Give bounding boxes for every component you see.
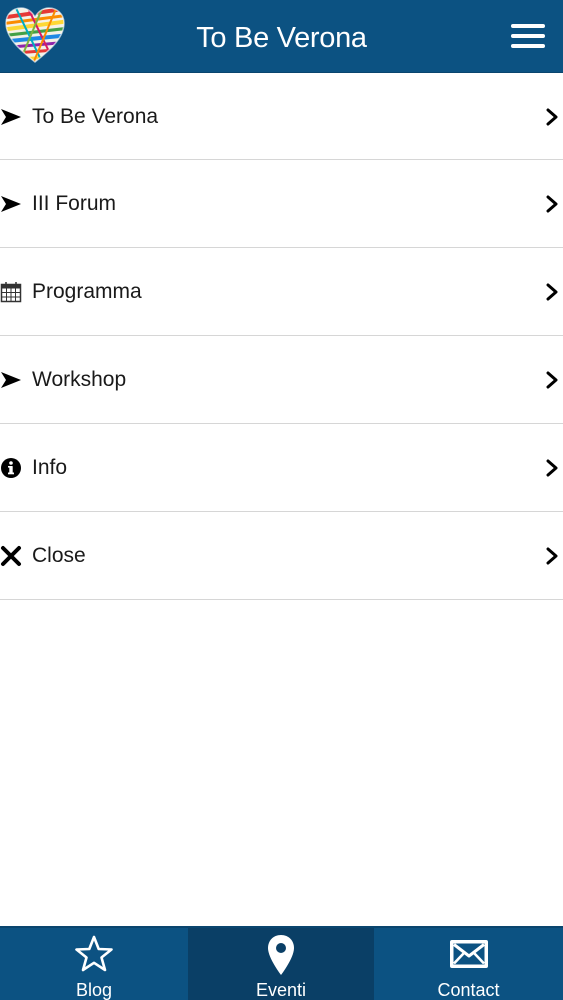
bottom-tab-bar: Blog Eventi Contact	[0, 926, 563, 1000]
chevron-right-icon	[546, 108, 558, 126]
menu-item-label: Close	[32, 544, 86, 567]
info-circle-icon	[1, 458, 21, 478]
tab-blog[interactable]: Blog	[0, 928, 188, 1000]
chevron-right-icon	[546, 547, 558, 565]
arrow-right-icon	[1, 109, 21, 125]
map-pin-icon	[268, 935, 294, 975]
app-screen: To Be Verona To Be Verona III Forum Prog…	[0, 0, 563, 1000]
menu-item-label: Workshop	[32, 368, 127, 391]
tab-label: Contact	[437, 980, 500, 1000]
menu-item-programma[interactable]: Programma	[0, 248, 563, 336]
menu-item-workshop[interactable]: Workshop	[0, 336, 563, 424]
chevron-right-icon	[546, 195, 558, 213]
menu-item-label: III Forum	[32, 192, 117, 215]
star-icon	[75, 935, 113, 972]
menu-item-label: Info	[32, 456, 68, 479]
arrow-right-icon	[1, 196, 21, 212]
tab-label: Eventi	[255, 980, 307, 1000]
chevron-right-icon	[546, 371, 558, 389]
hamburger-line	[511, 44, 545, 48]
hamburger-menu-icon[interactable]	[511, 24, 545, 50]
calendar-icon	[0, 282, 22, 303]
menu-item-iii-forum[interactable]: III Forum	[0, 160, 563, 248]
app-header: To Be Verona	[0, 0, 563, 73]
chevron-right-icon	[546, 283, 558, 301]
envelope-icon	[449, 940, 488, 968]
tab-contact[interactable]: Contact	[374, 928, 563, 1000]
menu-item-label: Programma	[32, 280, 142, 303]
tab-label: Blog	[75, 980, 113, 1000]
menu-item-to-be-verona[interactable]: To Be Verona	[0, 73, 563, 160]
arrow-right-icon	[1, 372, 21, 388]
close-x-icon	[1, 546, 21, 566]
tab-eventi[interactable]: Eventi	[188, 928, 374, 1000]
app-title: To Be Verona	[196, 22, 367, 54]
menu-item-close[interactable]: Close	[0, 512, 563, 600]
menu-item-info[interactable]: Info	[0, 424, 563, 512]
side-menu: To Be Verona III Forum Programma Worksho…	[0, 73, 563, 600]
hamburger-line	[511, 24, 545, 28]
menu-item-label: To Be Verona	[32, 105, 159, 128]
hamburger-line	[511, 34, 545, 38]
chevron-right-icon	[546, 459, 558, 477]
